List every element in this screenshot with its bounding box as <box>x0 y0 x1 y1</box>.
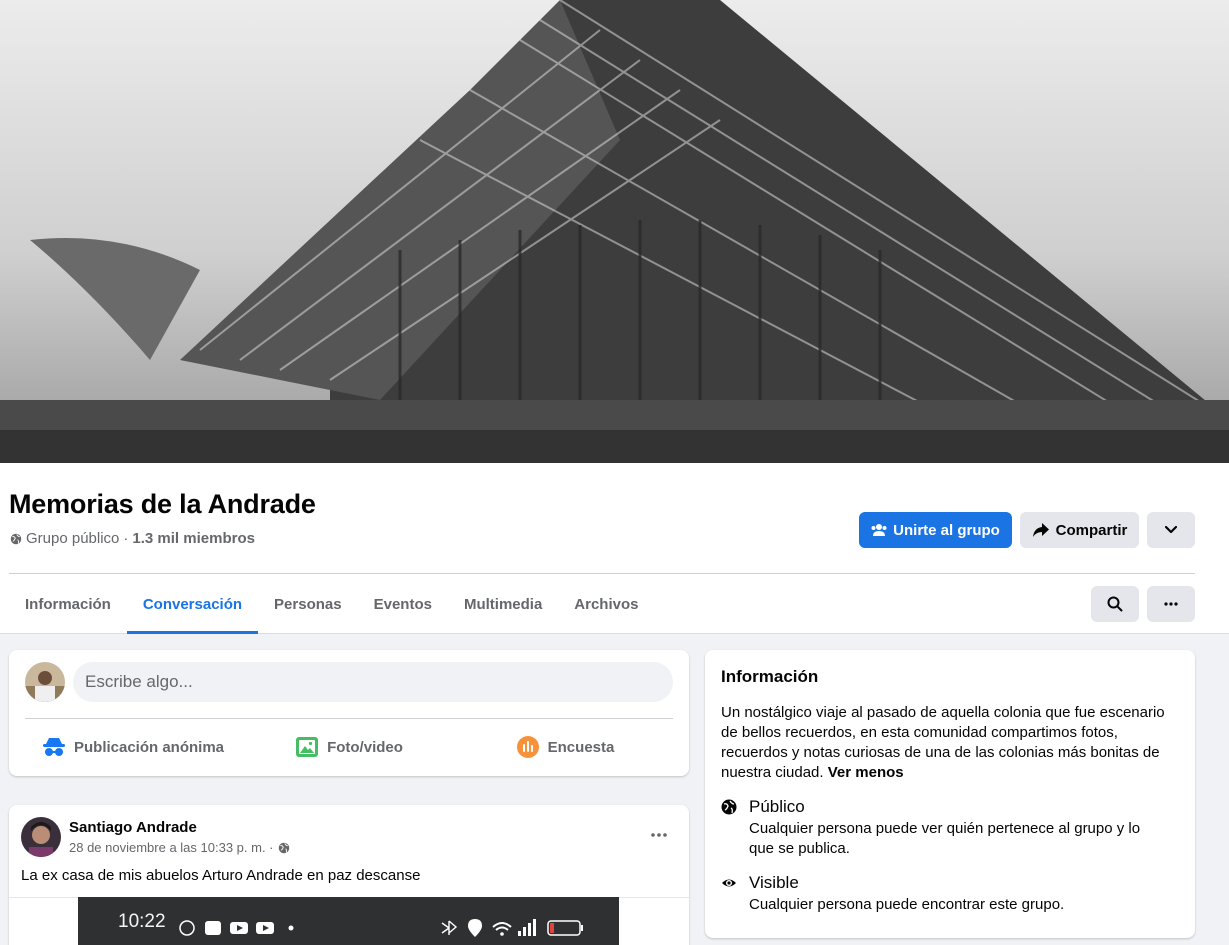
write-post-input[interactable]: Escribe algo... <box>73 662 673 702</box>
cover-photo-image <box>0 0 1229 463</box>
about-description-text: Un nostálgico viaje al pasado de aquella… <box>721 704 1165 781</box>
see-less-link[interactable]: Ver menos <box>828 764 904 781</box>
ellipsis-icon <box>1164 602 1178 606</box>
post-options-button[interactable] <box>641 821 677 849</box>
post-text: La ex casa de mis abuelos Arturo Andrade… <box>21 867 421 884</box>
composer-divider <box>25 718 673 719</box>
phone-status-bar-icons <box>179 919 583 937</box>
group-header: Memorias de la Andrade Grupo público · 1… <box>0 463 1229 634</box>
poll-button[interactable]: Encuesta <box>457 726 673 768</box>
post-image[interactable]: 10:22 <box>78 897 619 945</box>
join-group-label: Unirte al grupo <box>893 521 1000 539</box>
cover-photo[interactable] <box>0 0 1229 463</box>
tab-conversacion[interactable]: Conversación <box>126 574 259 634</box>
photo-icon <box>296 737 319 757</box>
post-card: Santiago Andrade 28 de noviembre a las 1… <box>9 805 689 945</box>
eye-icon <box>722 879 736 887</box>
globe-icon <box>721 799 737 815</box>
anonymous-post-label: Publicación anónima <box>73 738 225 756</box>
photo-video-button[interactable]: Foto/video <box>241 726 457 768</box>
composer-actions: Publicación anónima Foto/video Encuesta <box>25 726 673 768</box>
incognito-icon <box>42 738 65 756</box>
about-card: Información Un nostálgico viaje al pasad… <box>705 650 1195 938</box>
search-icon <box>1107 596 1123 612</box>
about-item-desc: Cualquier persona puede ver quién perten… <box>749 820 1141 857</box>
post-timestamp: 28 de noviembre a las 10:33 p. m. · <box>69 840 290 855</box>
user-avatar-image <box>25 662 65 702</box>
group-name[interactable]: Memorias de la Andrade <box>9 489 316 520</box>
globe-icon <box>10 533 22 544</box>
ellipsis-icon <box>651 833 667 837</box>
group-icon <box>871 524 887 536</box>
about-item-title: Público <box>749 797 805 816</box>
about-description: Un nostálgico viaje al pasado de aquella… <box>721 703 1183 783</box>
about-item-desc: Cualquier persona puede encontrar este g… <box>749 896 1065 913</box>
anonymous-post-button[interactable]: Publicación anónima <box>25 726 241 768</box>
more-options-button[interactable] <box>1147 512 1195 548</box>
group-members[interactable]: 1.3 mil miembros <box>132 530 255 547</box>
tab-informacion[interactable]: Información <box>9 574 127 634</box>
share-button[interactable]: Compartir <box>1020 512 1139 548</box>
group-more-menu-button[interactable] <box>1147 586 1195 622</box>
photo-video-label: Foto/video <box>327 738 403 756</box>
poll-label: Encuesta <box>547 738 615 756</box>
globe-icon <box>278 842 289 853</box>
chevron-down-icon <box>1165 526 1177 534</box>
post-author-name[interactable]: Santiago Andrade <box>69 819 197 836</box>
tab-eventos[interactable]: Eventos <box>358 574 448 634</box>
search-group-button[interactable] <box>1091 586 1139 622</box>
share-label: Compartir <box>1055 521 1128 539</box>
about-item-title: Visible <box>749 873 799 892</box>
about-title: Información <box>721 667 819 686</box>
post-timestamp-text[interactable]: 28 de noviembre a las 10:33 p. m. · <box>69 840 274 855</box>
avatar[interactable] <box>25 662 65 702</box>
join-group-button[interactable]: Unirte al grupo <box>859 512 1012 548</box>
group-tabs: Información Conversación Personas Evento… <box>9 574 655 634</box>
share-arrow-icon <box>1032 523 1049 537</box>
tab-personas[interactable]: Personas <box>258 574 358 634</box>
group-privacy[interactable]: Grupo público <box>26 530 119 547</box>
post-composer: Escribe algo... Publicación anónima Foto… <box>9 650 689 776</box>
group-meta: Grupo público · 1.3 mil miembros <box>10 530 255 547</box>
post-author-avatar[interactable] <box>21 817 61 857</box>
tab-multimedia[interactable]: Multimedia <box>448 574 558 634</box>
poll-icon <box>516 736 539 758</box>
meta-separator: · <box>123 530 129 547</box>
author-avatar-image <box>21 817 61 857</box>
tab-archivos[interactable]: Archivos <box>558 574 654 634</box>
